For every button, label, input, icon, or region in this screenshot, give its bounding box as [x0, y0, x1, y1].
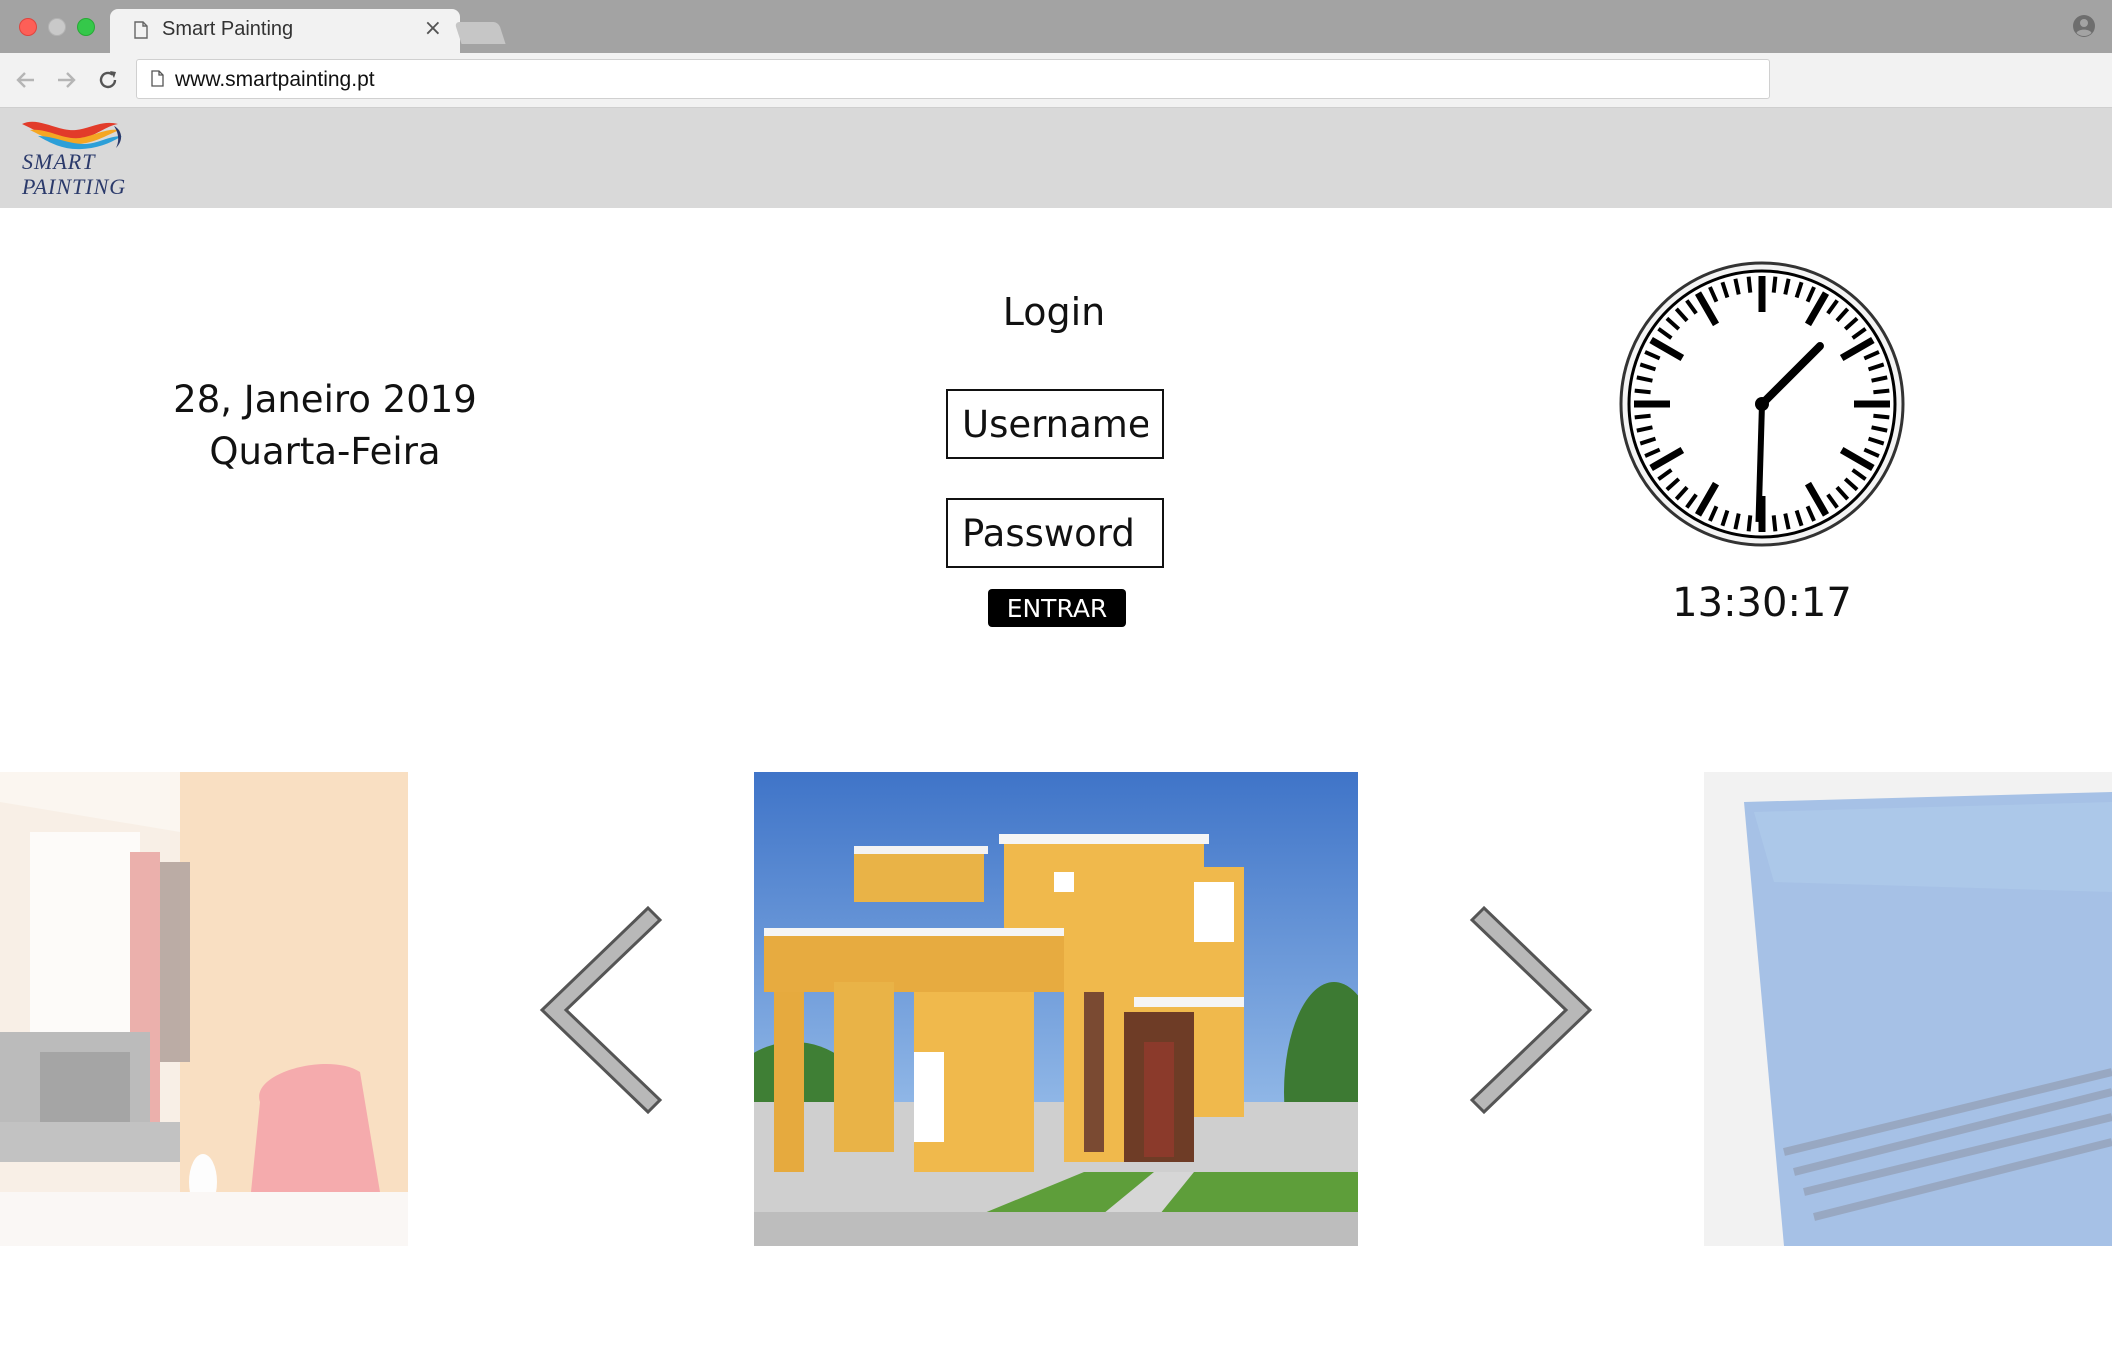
username-input[interactable] [946, 389, 1164, 459]
weekday-text: Quarta-Feira [209, 430, 441, 473]
minute-hand [1755, 403, 1765, 523]
smart-painting-logo[interactable]: SMART PAINTING [18, 114, 148, 202]
site-header: SMART PAINTING [0, 108, 2112, 208]
url-text[interactable]: www.smartpainting.pt [175, 68, 375, 92]
page-info-icon[interactable] [151, 70, 164, 87]
clock-minute-tick [1873, 413, 1890, 420]
current-date: 28, Janeiro 2019 Quarta-Feira [150, 374, 500, 478]
carousel-slide-previous[interactable] [0, 772, 408, 1246]
yellow-house-image [754, 772, 1358, 1246]
living-room-image [0, 772, 408, 1246]
clock-minute-tick [1873, 388, 1890, 395]
browser-toolbar: www.smartpainting.pt [0, 53, 2112, 108]
clock-center [1755, 397, 1769, 411]
profile-icon[interactable] [2072, 14, 2096, 38]
password-input[interactable] [946, 498, 1164, 568]
clock-minute-tick [1771, 515, 1778, 532]
address-bar[interactable]: www.smartpainting.pt [136, 59, 1770, 99]
back-arrow-icon[interactable] [12, 66, 40, 94]
browser-titlebar: Smart Painting × [0, 0, 2112, 53]
chevron-left-icon[interactable] [536, 900, 666, 1120]
chevron-right-icon[interactable] [1466, 900, 1596, 1120]
logo-text-line1: SMART [22, 149, 96, 174]
minimize-window-button[interactable] [48, 18, 66, 36]
document-icon [134, 21, 148, 39]
tab-title: Smart Painting [162, 18, 294, 40]
maximize-window-button[interactable] [77, 18, 95, 36]
logo-text-line2: PAINTING [22, 174, 127, 199]
close-window-button[interactable] [19, 18, 37, 36]
carousel-slide-current[interactable] [754, 772, 1358, 1246]
entrar-button[interactable]: ENTRAR [988, 589, 1126, 627]
swimming-pool-image [1704, 772, 2112, 1246]
date-text: 28, Janeiro 2019 [173, 378, 477, 421]
clock-minute-tick [1634, 413, 1651, 420]
reload-icon[interactable] [94, 66, 122, 94]
digital-time: 13:30:17 [1672, 580, 1852, 626]
analog-clock [1619, 261, 1905, 547]
clock-minute-tick [1771, 276, 1778, 293]
login-title: Login [1002, 290, 1106, 334]
tab-close-icon[interactable]: × [424, 18, 442, 40]
carousel-slide-next[interactable] [1704, 772, 2112, 1246]
clock-minute-tick [1634, 388, 1651, 395]
new-tab-button[interactable] [454, 22, 506, 44]
clock-minute-tick [1746, 515, 1753, 532]
clock-minute-tick [1746, 276, 1753, 293]
forward-arrow-icon[interactable] [52, 66, 80, 94]
browser-tab[interactable]: Smart Painting × [110, 9, 460, 53]
